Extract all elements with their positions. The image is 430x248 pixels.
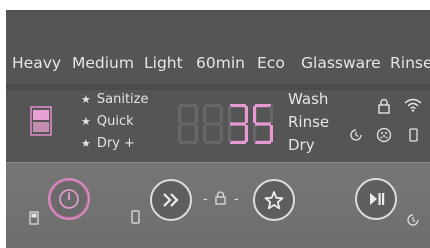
detergent-icon (30, 106, 52, 141)
separator-left: - (203, 190, 208, 206)
display-segment (205, 104, 221, 108)
wifi-icon (404, 98, 422, 117)
display-segment (253, 106, 257, 123)
display-segment (219, 106, 223, 123)
display-segment (228, 106, 232, 123)
display-segment (203, 106, 207, 123)
display-segment (180, 140, 196, 144)
program-row: Heavy Medium Light 60min Eco Glassware R… (6, 54, 430, 76)
lock-icon (378, 98, 390, 119)
detergent-small-icon (29, 211, 39, 230)
display-segment (244, 106, 248, 123)
star-icon: ★ (81, 93, 91, 106)
rinse-aid-icon (376, 127, 392, 148)
display-segment (228, 125, 232, 142)
display-segment (230, 104, 246, 108)
program-medium[interactable]: Medium (72, 54, 134, 72)
display-segment (178, 106, 182, 123)
display-segment (230, 122, 246, 126)
star-icon: ★ (81, 115, 91, 128)
display-segment (194, 125, 198, 142)
dishwasher-control-panel: Heavy Medium Light 60min Eco Glassware R… (6, 10, 430, 248)
display-segment (255, 104, 271, 108)
display-segment (194, 106, 198, 123)
display-segment (244, 125, 248, 142)
program-heavy[interactable]: Heavy (12, 54, 61, 72)
display-segment (203, 125, 207, 142)
phase-wash: Wash (288, 90, 329, 108)
child-lock-icon (215, 191, 226, 210)
separator-right: - (234, 190, 239, 206)
power-button[interactable] (48, 178, 90, 220)
remote-icon (131, 210, 140, 229)
delay-clock-icon (349, 128, 363, 147)
time-display (174, 100, 274, 153)
start-pause-button[interactable] (355, 178, 397, 220)
display-segment (180, 104, 196, 108)
display-segment (253, 125, 257, 142)
program-light[interactable]: Light (144, 54, 183, 72)
star-icon: ★ (81, 137, 91, 150)
program-glassware[interactable]: Glassware (301, 54, 381, 72)
program-select-button[interactable] (150, 179, 192, 221)
option-button[interactable] (253, 179, 295, 221)
display-segment (255, 122, 271, 126)
phase-dry: Dry (288, 136, 315, 154)
option-quick[interactable]: ★ Quick (81, 114, 134, 129)
display-segment (219, 125, 223, 142)
option-sanitize[interactable]: ★ Sanitize (81, 92, 148, 107)
phone-icon (409, 128, 418, 147)
display-segment (269, 125, 273, 142)
program-rinse[interactable]: Rinse (390, 54, 430, 72)
delay-start-icon (406, 213, 420, 232)
display-segment (255, 140, 271, 144)
display-segment (205, 122, 221, 126)
phase-rinse: Rinse (288, 113, 330, 131)
display-segment (205, 140, 221, 144)
display-segment (269, 106, 273, 123)
display-segment (180, 122, 196, 126)
program-60min[interactable]: 60min (196, 54, 245, 72)
display-segment (230, 140, 246, 144)
display-segment (178, 125, 182, 142)
option-dry-plus[interactable]: ★ Dry + (81, 136, 135, 151)
program-eco[interactable]: Eco (257, 54, 285, 72)
